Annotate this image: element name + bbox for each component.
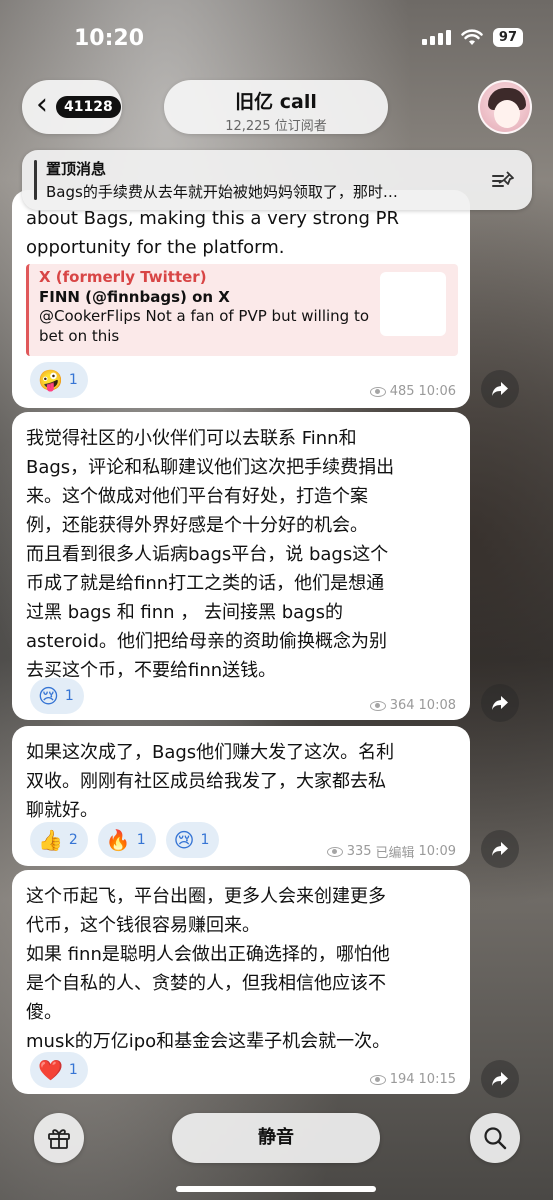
search-icon [484,1127,507,1150]
view-count: 335 [346,844,372,859]
forward-arrow-icon [492,1072,508,1086]
message-time: 10:15 [418,1072,456,1087]
message-text: about Bags, making this a very strong PR… [26,208,400,258]
gift-button[interactable] [34,1113,84,1163]
crying-face-emoji: 😢 [38,684,59,708]
status-icons: 97 [421,28,523,47]
reaction-chip[interactable]: 👍 2 [30,822,88,858]
forward-arrow-icon [492,382,508,396]
message-meta: 485 10:06 [369,384,456,399]
fire-emoji: 🔥 [105,828,131,852]
link-thumbnail [380,272,446,336]
message-time: 10:08 [418,698,456,713]
forward-button[interactable] [481,370,519,408]
pinned-text: Bags的手续费从去年就开始被她妈妈领取了，那时… [46,183,398,201]
pinned-label: 置顶消息 [46,160,107,178]
search-button[interactable] [470,1113,520,1163]
message-meta: 364 10:08 [369,698,456,713]
forward-button[interactable] [481,684,519,722]
link-preview[interactable]: X (formerly Twitter) FINN (@finnbags) on… [26,264,458,356]
message-text: 这个币起飞，平台出圈，更多人会来创建更多 代币，这个钱很容易赚回来。 如果 fi… [26,886,391,1052]
edited-label: 已编辑 [375,846,415,861]
views-eye-icon [369,1074,386,1085]
reaction-chip[interactable]: 😢 1 [30,678,84,714]
forward-button[interactable] [481,1060,519,1098]
message-meta: 194 10:15 [369,1072,456,1087]
reaction-count: 2 [68,832,78,848]
battery-indicator: 97 [492,28,523,47]
message-text: 如果这次成了，Bags他们赚大发了这次。名利 双收。刚刚有社区成员给我发了，大家… [26,742,395,821]
back-button[interactable]: ‹ 41128 [22,80,122,134]
view-count: 364 [389,698,415,713]
message-bubble[interactable]: 这个币起飞，平台出圈，更多人会来创建更多 代币，这个钱很容易赚回来。 如果 fi… [12,870,470,1094]
clock: 10:20 [74,26,145,51]
reactions-row: 😢 1 [30,678,84,714]
message-bubble[interactable]: 如果这次成了，Bags他们赚大发了这次。名利 双收。刚刚有社区成员给我发了，大家… [12,726,470,866]
subscriber-count: 12,225 位订阅者 [225,119,327,134]
gift-icon [48,1129,70,1149]
pinned-message-bar[interactable]: 置顶消息 Bags的手续费从去年就开始被她妈妈领取了，那时… [22,150,532,210]
channel-title-button[interactable]: 旧亿 call 12,225 位订阅者 [164,80,388,134]
message-text: 我觉得社区的小伙伴们可以去联系 Finn和 Bags，评论和私聊建议他们这次把手… [26,428,395,681]
views-eye-icon [369,700,386,711]
views-eye-icon [326,846,343,857]
reactions-row: ❤️ 1 [30,1052,88,1088]
reaction-chip[interactable]: 🤪 1 [30,362,88,398]
channel-avatar[interactable] [478,80,532,134]
reaction-chip[interactable]: ❤️ 1 [30,1052,88,1088]
crying-face-emoji: 😢 [173,828,195,852]
pinned-list-icon[interactable] [490,167,516,193]
message-time: 10:09 [418,844,456,859]
reactions-row: 🤪 1 [30,362,88,398]
forward-arrow-icon [492,696,508,710]
reactions-row: 👍 2 🔥 1 😢 1 [30,822,220,858]
zany-face-emoji: 🤪 [38,368,63,392]
wifi-icon [461,28,483,45]
red-heart-emoji: ❤️ [38,1058,63,1082]
view-count: 194 [389,1072,415,1087]
home-indicator [176,1186,376,1192]
unread-count-badge: 41128 [56,96,121,118]
thumbs-up-emoji: 👍 [38,828,63,852]
channel-title: 旧亿 call [235,91,317,113]
reaction-chip[interactable]: 🔥 1 [97,822,156,858]
view-count: 485 [389,384,415,399]
chevron-left-icon: ‹ [36,87,48,122]
status-bar: 10:20 97 [0,0,553,72]
message-bubble[interactable]: about Bags, making this a very strong PR… [12,190,470,408]
forward-arrow-icon [492,842,508,856]
reaction-chip[interactable]: 😢 1 [165,822,220,858]
link-description: @CookerFlips Not a fan of PVP but willin… [39,307,370,345]
reaction-count: 1 [68,372,78,388]
forward-button[interactable] [481,830,519,868]
reaction-count: 1 [64,688,74,704]
reaction-count: 1 [200,832,210,848]
cellular-signal-icon [421,30,451,45]
message-time: 10:06 [418,384,456,399]
mute-button[interactable]: 静音 [172,1113,380,1163]
message-bubble[interactable]: 我觉得社区的小伙伴们可以去联系 Finn和 Bags，评论和私聊建议他们这次把手… [12,412,470,720]
reaction-count: 1 [136,832,146,848]
views-eye-icon [369,386,386,397]
message-meta: 335 已编辑 10:09 [326,842,456,861]
reaction-count: 1 [68,1062,78,1078]
